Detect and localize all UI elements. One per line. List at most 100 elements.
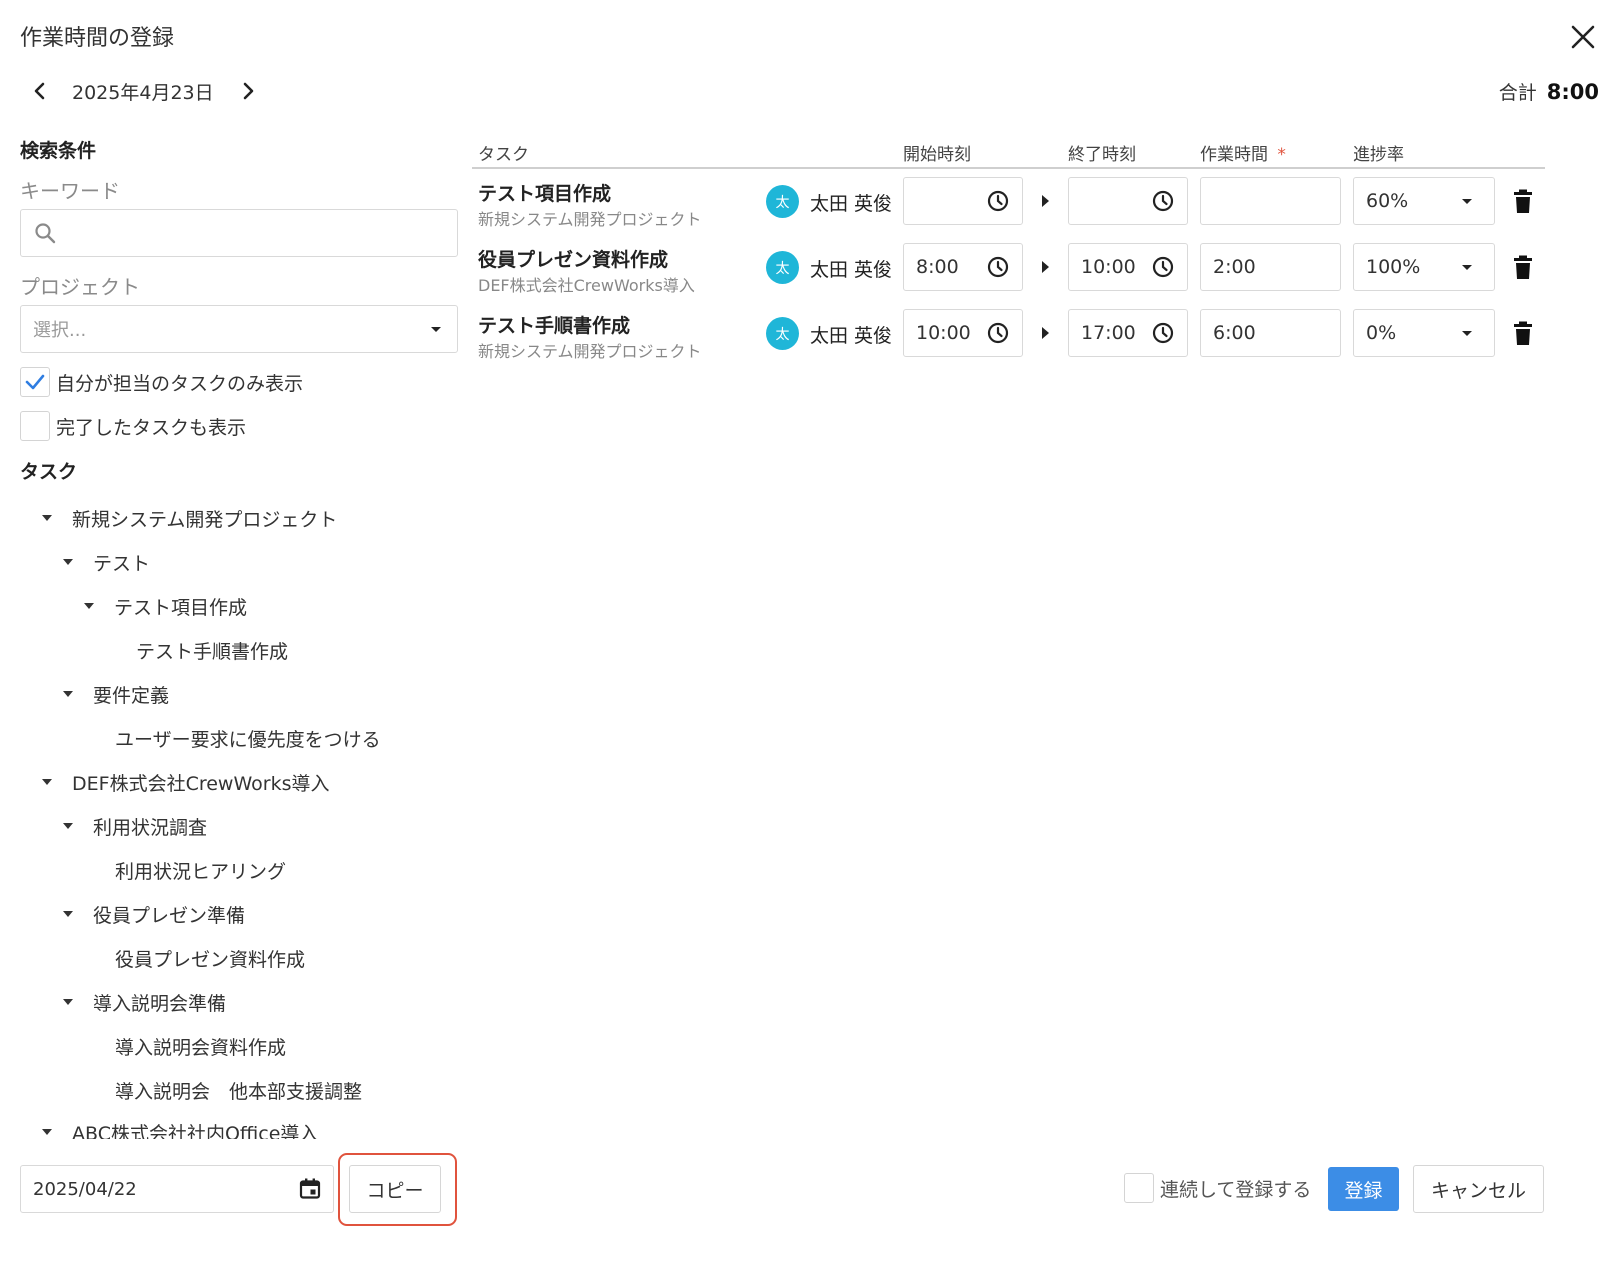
delete-row-button[interactable] bbox=[1512, 189, 1534, 215]
start-time-input[interactable]: 8:00 bbox=[903, 243, 1023, 291]
expand-caret-icon[interactable] bbox=[63, 911, 73, 917]
keyword-input[interactable] bbox=[20, 209, 458, 257]
tree-item[interactable]: 役員プレゼン資料作成 bbox=[115, 936, 305, 980]
dialog-title: 作業時間の登録 bbox=[20, 26, 175, 51]
expand-caret-icon[interactable] bbox=[42, 515, 52, 521]
clock-icon[interactable] bbox=[986, 255, 1010, 279]
tree-item-label: 要件定義 bbox=[93, 684, 170, 707]
tree-item-label: 導入説明会準備 bbox=[93, 992, 227, 1015]
check-icon bbox=[25, 374, 45, 390]
tree-item[interactable]: ユーザー要求に優先度をつける bbox=[115, 716, 381, 760]
header-divider bbox=[472, 167, 1545, 169]
row-task-name: 役員プレゼン資料作成 bbox=[478, 249, 669, 271]
project-placeholder: 選択... bbox=[33, 320, 87, 341]
close-icon[interactable] bbox=[1568, 22, 1598, 52]
total-hours: 合計 8:00 bbox=[1499, 78, 1599, 105]
tree-item[interactable]: 役員プレゼン準備 bbox=[63, 892, 245, 936]
expand-caret-icon[interactable] bbox=[42, 1129, 52, 1135]
project-label: プロジェクト bbox=[20, 275, 140, 299]
clock-icon[interactable] bbox=[1151, 189, 1175, 213]
only-mine-checkbox[interactable] bbox=[20, 367, 50, 397]
row-task-name: テスト項目作成 bbox=[478, 183, 612, 205]
expand-caret-icon[interactable] bbox=[63, 691, 73, 697]
tree-item-label: テスト bbox=[93, 552, 151, 575]
dropdown-caret-icon bbox=[1462, 198, 1472, 204]
assignee-name: 太田 英俊 bbox=[810, 259, 893, 281]
duration-input[interactable] bbox=[1200, 177, 1341, 225]
search-icon bbox=[35, 223, 56, 244]
tree-item-label: 役員プレゼン準備 bbox=[93, 904, 246, 927]
start-time-input[interactable]: 10:00 bbox=[903, 309, 1023, 357]
register-button[interactable]: 登録 bbox=[1328, 1167, 1399, 1211]
arrow-right-icon bbox=[1042, 327, 1049, 339]
tree-item[interactable]: 利用状況ヒアリング bbox=[115, 848, 286, 892]
tree-item[interactable]: 導入説明会 他本部支援調整 bbox=[115, 1068, 362, 1112]
progress-value: 100% bbox=[1366, 256, 1421, 278]
tree-item[interactable]: 利用状況調査 bbox=[63, 804, 207, 848]
assignee-name: 太田 英俊 bbox=[810, 193, 893, 215]
continuous-register-checkbox[interactable] bbox=[1124, 1173, 1154, 1203]
clock-icon[interactable] bbox=[1151, 321, 1175, 345]
clock-icon[interactable] bbox=[986, 321, 1010, 345]
tree-item-label: 新規システム開発プロジェクト bbox=[72, 508, 338, 531]
next-day-button[interactable] bbox=[236, 79, 260, 103]
avatar: 太 bbox=[766, 317, 799, 350]
clock-icon[interactable] bbox=[986, 189, 1010, 213]
duration-input[interactable]: 2:00 bbox=[1200, 243, 1341, 291]
copy-date-input[interactable]: 2025/04/22 bbox=[20, 1165, 334, 1213]
task-tree-heading: タスク bbox=[20, 461, 78, 483]
column-header-end: 終了時刻 bbox=[1068, 145, 1136, 165]
tree-item[interactable]: テスト手順書作成 bbox=[136, 628, 288, 672]
trash-icon bbox=[1514, 321, 1532, 345]
progress-value: 0% bbox=[1366, 322, 1397, 344]
show-completed-checkbox[interactable] bbox=[20, 411, 50, 441]
tree-item[interactable]: 新規システム開発プロジェクト bbox=[42, 496, 337, 540]
tree-item[interactable]: テスト bbox=[63, 540, 150, 584]
clock-icon[interactable] bbox=[1151, 255, 1175, 279]
tree-item-label: 役員プレゼン資料作成 bbox=[115, 948, 306, 971]
end-time-input[interactable]: 10:00 bbox=[1068, 243, 1188, 291]
tree-item[interactable]: DEF株式会社CrewWorks導入 bbox=[42, 760, 329, 804]
tree-item[interactable]: 導入説明会資料作成 bbox=[115, 1024, 286, 1068]
only-mine-option: 自分が担当のタスクのみ表示 bbox=[20, 367, 303, 397]
progress-select[interactable]: 100% bbox=[1353, 243, 1495, 291]
prev-day-button[interactable] bbox=[28, 79, 52, 103]
current-date: 2025年4月23日 bbox=[72, 81, 214, 104]
continuous-register-label: 連続して登録する bbox=[1160, 1178, 1312, 1201]
chevron-left-icon bbox=[34, 82, 45, 100]
tree-item-label: 導入説明会 他本部支援調整 bbox=[115, 1080, 363, 1103]
tree-item[interactable]: 要件定義 bbox=[63, 672, 169, 716]
tree-item[interactable]: テスト項目作成 bbox=[84, 584, 247, 628]
progress-select[interactable]: 60% bbox=[1353, 177, 1495, 225]
end-time-input[interactable] bbox=[1068, 177, 1188, 225]
expand-caret-icon[interactable] bbox=[42, 779, 52, 785]
delete-row-button[interactable] bbox=[1512, 255, 1534, 281]
duration-input[interactable]: 6:00 bbox=[1200, 309, 1341, 357]
trash-icon bbox=[1514, 255, 1532, 279]
calendar-icon[interactable] bbox=[299, 1178, 321, 1200]
cancel-button[interactable]: キャンセル bbox=[1413, 1165, 1544, 1213]
copy-button[interactable]: コピー bbox=[349, 1165, 441, 1213]
expand-caret-icon[interactable] bbox=[63, 999, 73, 1005]
end-time-input[interactable]: 17:00 bbox=[1068, 309, 1188, 357]
expand-caret-icon[interactable] bbox=[84, 603, 94, 609]
dropdown-caret-icon bbox=[431, 326, 441, 332]
dropdown-caret-icon bbox=[1462, 330, 1472, 336]
copy-date-value: 2025/04/22 bbox=[33, 1178, 137, 1200]
project-select[interactable]: 選択... bbox=[20, 305, 458, 353]
row-task-name: テスト手順書作成 bbox=[478, 315, 631, 337]
tree-item[interactable]: ABC株式会社社内Office導入 bbox=[42, 1110, 318, 1139]
expand-caret-icon[interactable] bbox=[63, 559, 73, 565]
tree-item[interactable]: 導入説明会準備 bbox=[63, 980, 226, 1024]
tree-item-label: 利用状況ヒアリング bbox=[115, 860, 287, 883]
delete-row-button[interactable] bbox=[1512, 321, 1534, 347]
progress-select[interactable]: 0% bbox=[1353, 309, 1495, 357]
avatar: 太 bbox=[766, 185, 799, 218]
column-header-progress: 進捗率 bbox=[1353, 145, 1404, 165]
show-completed-option: 完了したタスクも表示 bbox=[20, 411, 246, 441]
start-time-input[interactable] bbox=[903, 177, 1023, 225]
total-label: 合計 bbox=[1498, 82, 1537, 104]
progress-value: 60% bbox=[1366, 190, 1409, 212]
expand-caret-icon[interactable] bbox=[63, 823, 73, 829]
total-value: 8:00 bbox=[1546, 80, 1599, 104]
